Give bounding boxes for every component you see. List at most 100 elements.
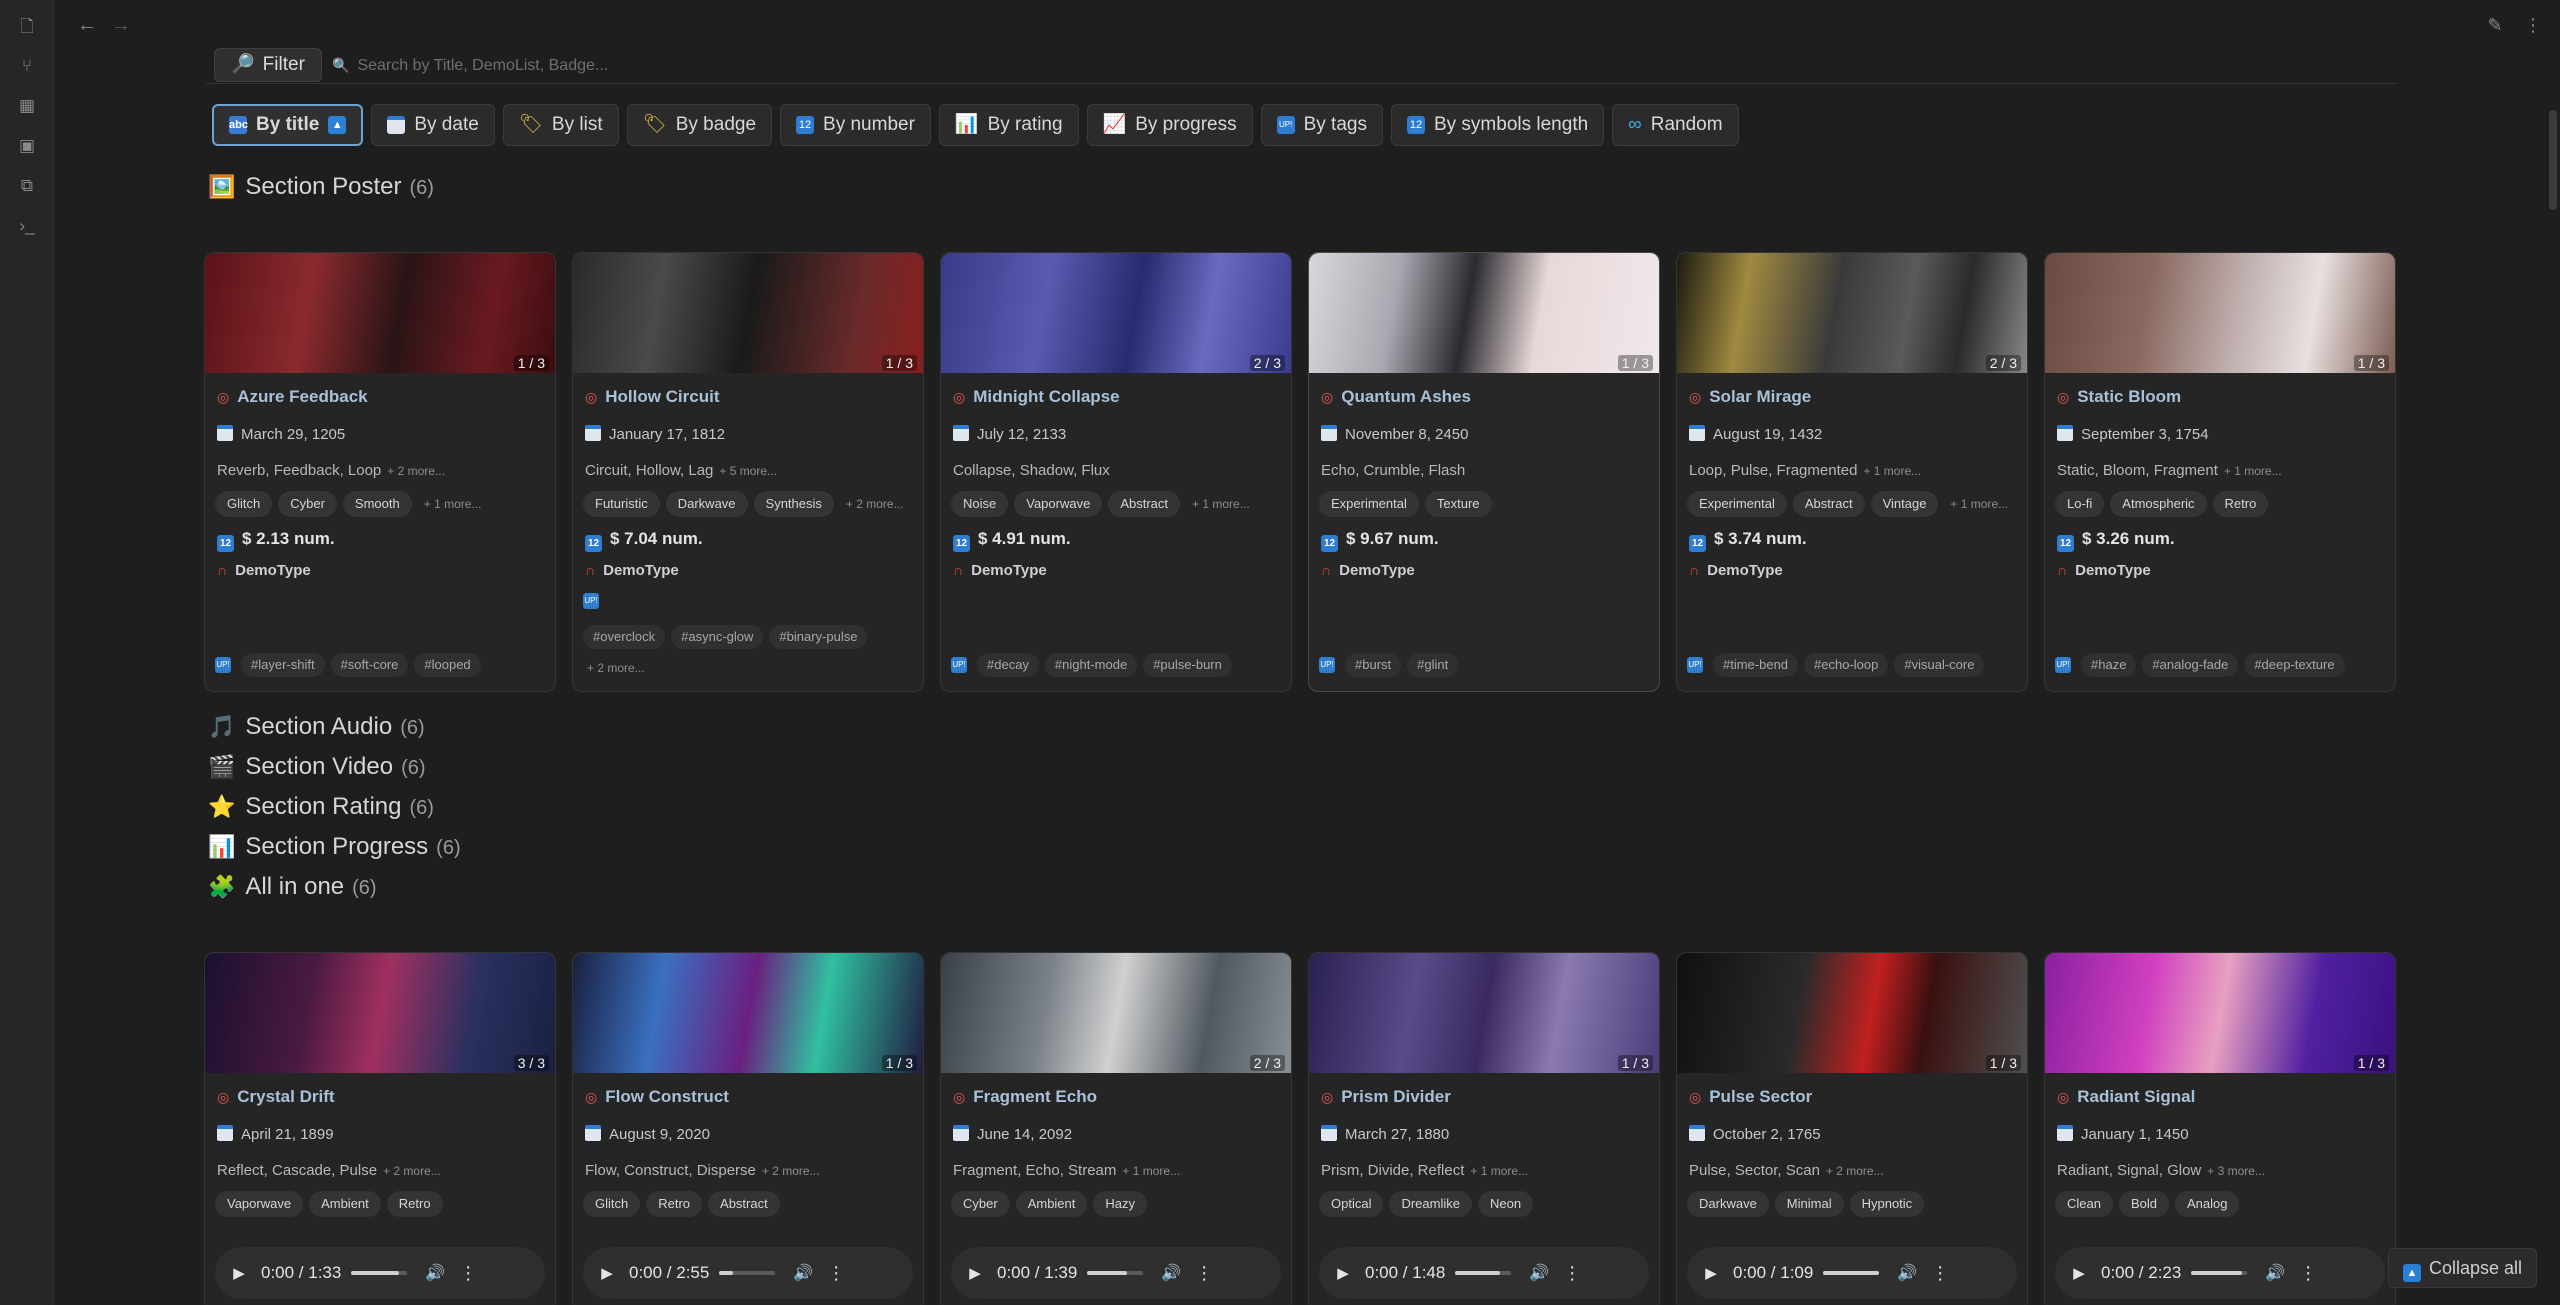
tag[interactable]: #binary-pulse: [769, 625, 868, 649]
more-options-icon[interactable]: ⋮: [1931, 1263, 1949, 1284]
list-more-link[interactable]: + 2 more...: [1826, 1164, 1884, 1178]
badge[interactable]: Texture: [1424, 491, 1492, 517]
forward-arrow-icon[interactable]: →: [108, 12, 134, 38]
scrollbar[interactable]: [2546, 50, 2560, 1305]
list-more-link[interactable]: + 5 more...: [719, 464, 777, 478]
poster-card[interactable]: 1 / 3 ◎ Static Bloom September 3, 1754 St…: [2044, 252, 2396, 692]
badge[interactable]: Glitch: [583, 1191, 641, 1217]
badge[interactable]: Glitch: [215, 491, 273, 517]
badge[interactable]: Retro: [2212, 491, 2269, 517]
poster-image[interactable]: 1 / 3: [1309, 253, 1659, 373]
tag[interactable]: #glint: [1407, 653, 1459, 677]
badge[interactable]: Retro: [646, 1191, 703, 1217]
tag[interactable]: #async-glow: [671, 625, 764, 649]
audio-card[interactable]: 1 / 3 ◎ Pulse Sector October 2, 1765 Puls…: [1676, 952, 2028, 1305]
badge[interactable]: Minimal: [1774, 1191, 1844, 1217]
cover-image[interactable]: 1 / 3: [2045, 953, 2395, 1073]
play-icon[interactable]: ▶: [595, 1264, 619, 1282]
cover-image[interactable]: 1 / 3: [1677, 953, 2027, 1073]
more-options-icon[interactable]: ⋮: [2299, 1263, 2317, 1284]
tag[interactable]: #analog-fade: [2142, 653, 2239, 677]
poster-image[interactable]: 1 / 3: [205, 253, 555, 373]
back-arrow-icon[interactable]: ←: [74, 12, 100, 38]
more-options-icon[interactable]: ⋮: [1195, 1263, 1213, 1284]
volume-icon[interactable]: 🔊: [1161, 1263, 1181, 1283]
badge[interactable]: Darkwave: [665, 491, 748, 517]
play-icon[interactable]: ▶: [2067, 1264, 2091, 1282]
poster-image[interactable]: 1 / 3: [573, 253, 923, 373]
more-options-icon[interactable]: ⋮: [459, 1263, 477, 1284]
sort-random-button[interactable]: ∞ Random: [1612, 104, 1739, 146]
tag[interactable]: #night-mode: [1044, 653, 1138, 677]
card-title[interactable]: ◎ Azure Feedback: [217, 387, 368, 407]
poster-image[interactable]: 1 / 3: [2045, 253, 2395, 373]
badge[interactable]: Abstract: [1108, 491, 1181, 517]
more-options-icon[interactable]: ⋮: [827, 1263, 845, 1284]
tag[interactable]: #layer-shift: [241, 653, 325, 677]
card-title[interactable]: ◎ Crystal Drift: [217, 1087, 335, 1107]
calendar-icon[interactable]: ▣: [16, 135, 38, 157]
badge[interactable]: Abstract: [1792, 491, 1865, 517]
volume-slider[interactable]: [2191, 1271, 2248, 1275]
tags-more-link[interactable]: + 2 more...: [587, 661, 645, 675]
card-title[interactable]: ◎ Solar Mirage: [1689, 387, 1811, 407]
badge[interactable]: Abstract: [708, 1191, 780, 1217]
volume-slider[interactable]: [1087, 1271, 1144, 1275]
tag[interactable]: #pulse-burn: [1143, 653, 1232, 677]
tag[interactable]: #decay: [977, 653, 1039, 677]
tag[interactable]: #visual-core: [1894, 653, 1985, 677]
sort-by-symbols-length-button[interactable]: 12 By symbols length: [1390, 104, 1605, 146]
volume-icon[interactable]: 🔊: [1529, 1263, 1549, 1283]
badge[interactable]: Analog: [2175, 1191, 2240, 1217]
badge[interactable]: Smooth: [342, 491, 412, 517]
sort-by-list-button[interactable]: 🏷 By list: [502, 104, 619, 146]
badge[interactable]: Ambient: [1015, 1191, 1088, 1217]
list-more-link[interactable]: + 2 more...: [762, 1164, 820, 1178]
volume-icon[interactable]: 🔊: [793, 1263, 813, 1283]
scrollbar-thumb[interactable]: [2549, 110, 2557, 210]
more-options-icon[interactable]: ⋮: [2520, 12, 2546, 38]
card-title[interactable]: ◎ Hollow Circuit: [585, 387, 720, 407]
list-more-link[interactable]: + 1 more...: [1122, 1164, 1180, 1178]
filter-button[interactable]: 🔎 Filter: [214, 48, 322, 82]
badge[interactable]: Hypnotic: [1849, 1191, 1925, 1217]
badge[interactable]: Dreamlike: [1389, 1191, 1472, 1217]
audio-card[interactable]: 1 / 3 ◎ Flow Construct August 9, 2020 Flo…: [572, 952, 924, 1305]
tag[interactable]: #overclock: [583, 625, 666, 649]
copy-icon[interactable]: ⧉: [16, 175, 38, 197]
search-input[interactable]: 🔍 Search by Title, DemoList, Badge...: [332, 48, 1232, 82]
tag[interactable]: #haze: [2081, 653, 2137, 677]
sort-by-tags-button[interactable]: UP! By tags: [1260, 104, 1383, 146]
volume-slider[interactable]: [351, 1271, 408, 1275]
volume-icon[interactable]: 🔊: [1897, 1263, 1917, 1283]
play-icon[interactable]: ▶: [963, 1264, 987, 1282]
sort-by-progress-button[interactable]: 📈 By progress: [1086, 104, 1253, 146]
list-more-link[interactable]: + 1 more...: [1470, 1164, 1528, 1178]
audio-card[interactable]: 2 / 3 ◎ Fragment Echo June 14, 2092 Fragm…: [940, 952, 1292, 1305]
badge[interactable]: Atmospheric: [2110, 491, 2207, 517]
card-title[interactable]: ◎ Prism Divider: [1321, 1087, 1451, 1107]
graph-icon[interactable]: ⑂: [16, 55, 38, 77]
sort-by-number-button[interactable]: 12 By number: [780, 104, 931, 146]
badge[interactable]: Cyber: [951, 1191, 1010, 1217]
poster-image[interactable]: 2 / 3: [1677, 253, 2027, 373]
section-allinone-header[interactable]: 🧩 All in one (6): [208, 870, 377, 904]
volume-icon[interactable]: 🔊: [2265, 1263, 2285, 1283]
tag[interactable]: #looped: [414, 653, 481, 677]
volume-slider[interactable]: [719, 1271, 776, 1275]
badge[interactable]: Clean: [2055, 1191, 2113, 1217]
badge[interactable]: Experimental: [1319, 491, 1419, 517]
section-rating-header[interactable]: ⭐ Section Rating (6): [208, 790, 434, 824]
badge[interactable]: Hazy: [1093, 1191, 1148, 1217]
poster-card[interactable]: 1 / 3 ◎ Hollow Circuit January 17, 1812 C…: [572, 252, 924, 692]
poster-card[interactable]: 1 / 3 ◎ Quantum Ashes November 8, 2450 Ec…: [1308, 252, 1660, 692]
card-title[interactable]: ◎ Flow Construct: [585, 1087, 729, 1107]
section-progress-header[interactable]: 📊 Section Progress (6): [208, 830, 461, 864]
volume-slider[interactable]: [1823, 1271, 1880, 1275]
section-poster-header[interactable]: 🖼️ Section Poster (6): [208, 170, 434, 204]
grid-icon[interactable]: ▦: [16, 95, 38, 117]
volume-icon[interactable]: 🔊: [425, 1263, 445, 1283]
cover-image[interactable]: 2 / 3: [941, 953, 1291, 1073]
poster-card[interactable]: 1 / 3 ◎ Azure Feedback March 29, 1205 Rev…: [204, 252, 556, 692]
list-more-link[interactable]: + 2 more...: [387, 464, 445, 478]
